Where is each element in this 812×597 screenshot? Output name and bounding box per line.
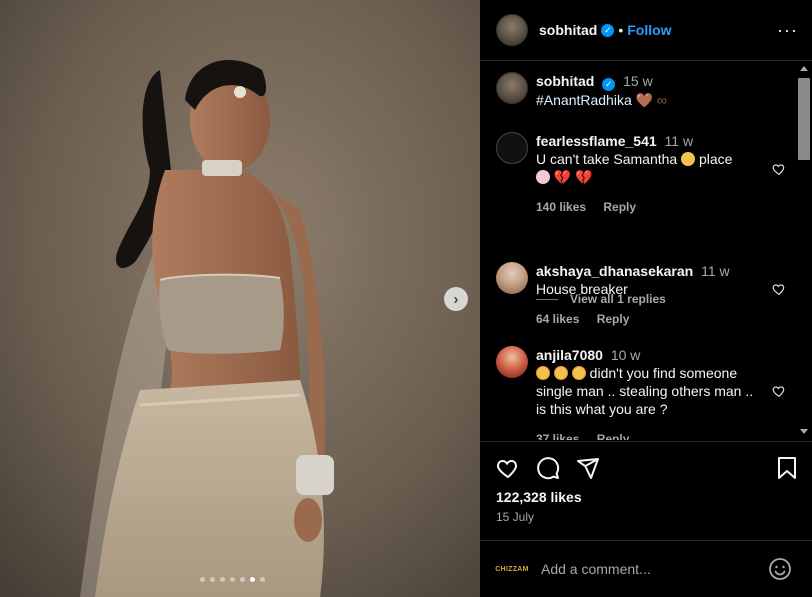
- caption: sobhitad ✓ 15 w #AnantRadhika 🤎 ∞: [496, 72, 786, 109]
- carousel-dot: [200, 577, 205, 582]
- share-paper-plane-icon[interactable]: [576, 456, 600, 480]
- reply-button[interactable]: Reply: [597, 312, 630, 326]
- post-header: sobhitad ✓ • Follow ···: [480, 0, 812, 61]
- reply-button[interactable]: Reply: [597, 432, 630, 440]
- comment-text: didn't you find someone: [589, 365, 738, 381]
- caption-hashtag[interactable]: #AnantRadhika: [536, 92, 632, 108]
- more-options-icon[interactable]: ···: [777, 20, 798, 41]
- pensive-face-emoji-icon: [681, 152, 696, 166]
- commenter-avatar[interactable]: [496, 346, 528, 378]
- verified-badge-icon: ✓: [602, 77, 616, 91]
- post-side-panel: sobhitad ✓ • Follow ··· sobhitad ✓ 15 w …: [480, 0, 812, 597]
- carousel-indicator: [200, 577, 265, 582]
- carousel-dot: [260, 577, 265, 582]
- joy-emoji-icon: [553, 366, 568, 380]
- scrollbar-thumb[interactable]: [798, 78, 810, 160]
- reply-button[interactable]: Reply: [603, 200, 636, 214]
- carousel-dot: [220, 577, 225, 582]
- author-avatar[interactable]: [496, 14, 528, 46]
- commenter-avatar[interactable]: [496, 262, 528, 294]
- comment-username[interactable]: anjila7080: [536, 347, 603, 363]
- broken-heart-emoji: 💔 💔: [553, 169, 593, 185]
- carousel-dot: [230, 577, 235, 582]
- author-username[interactable]: sobhitad: [539, 22, 597, 38]
- add-comment-input[interactable]: [541, 561, 768, 577]
- face-emoji-icon: [536, 170, 550, 184]
- carousel-dot: [210, 577, 215, 582]
- verified-badge-icon: ✓: [601, 23, 615, 37]
- comment-timestamp: 10 w: [610, 347, 641, 363]
- brand-logo: CHIZZAM: [495, 565, 529, 573]
- comment-likes[interactable]: 140 likes: [536, 200, 586, 214]
- like-comment-heart-icon[interactable]: [772, 384, 786, 398]
- portrait-illustration: [0, 0, 480, 597]
- comment-meta: 140 likes Reply: [536, 198, 786, 216]
- caption-timestamp: 15 w: [623, 73, 653, 89]
- caption-emoji: 🤎 ∞: [635, 91, 667, 108]
- comment-timestamp: 11 w: [701, 263, 730, 279]
- comment-meta: 64 likes Reply: [536, 310, 786, 328]
- comment-text-line3: is this what you are ?: [536, 401, 668, 417]
- carousel-dot: [240, 577, 245, 582]
- follow-button[interactable]: Follow: [627, 22, 671, 38]
- comment-username[interactable]: fearlessflame_541: [536, 133, 657, 149]
- comment-item: anjila7080 10 w didn't you find someone …: [496, 346, 786, 440]
- carousel-dot-active: [250, 577, 255, 582]
- joy-emoji-icon: [571, 366, 586, 380]
- comment-text-continued: place: [698, 151, 733, 167]
- post-actions: [496, 456, 796, 480]
- like-comment-heart-icon[interactable]: [772, 282, 786, 296]
- like-comment-heart-icon[interactable]: [772, 162, 786, 176]
- joy-emoji-icon: [536, 366, 550, 380]
- comment-composer: CHIZZAM: [480, 541, 812, 597]
- like-heart-icon[interactable]: [496, 456, 520, 480]
- post-image[interactable]: ›: [0, 0, 480, 597]
- comment-text-line2: single man .. stealing others man ..: [536, 383, 754, 399]
- comments-list[interactable]: sobhitad ✓ 15 w #AnantRadhika 🤎 ∞ fearle…: [480, 62, 796, 440]
- caption-avatar[interactable]: [496, 72, 528, 104]
- next-image-button[interactable]: ›: [444, 287, 468, 311]
- commenter-avatar[interactable]: [496, 132, 528, 164]
- comment-meta: 37 likes Reply: [536, 430, 786, 440]
- comment-item: akshaya_dhanasekaran 11 w House breaker …: [496, 262, 786, 328]
- separator-dot: •: [618, 22, 624, 38]
- scroll-down-arrow-icon[interactable]: [800, 429, 808, 434]
- comment-text: U can't take Samantha: [536, 151, 678, 167]
- comment-likes[interactable]: 64 likes: [536, 312, 579, 326]
- likes-count[interactable]: 122,328 likes: [496, 489, 582, 505]
- comment-username[interactable]: akshaya_dhanasekaran: [536, 263, 693, 279]
- divider: [480, 441, 812, 442]
- comments-scrollbar[interactable]: [796, 62, 812, 440]
- comment-item: fearlessflame_541 11 w U can't take Sama…: [496, 132, 786, 216]
- post-date: 15 July: [496, 510, 535, 524]
- comment-text: House breaker: [536, 281, 628, 297]
- save-bookmark-icon[interactable]: [776, 456, 798, 480]
- comment-timestamp: 11 w: [664, 133, 694, 149]
- caption-username[interactable]: sobhitad: [536, 73, 594, 89]
- chevron-right-icon: ›: [453, 290, 459, 308]
- emoji-smiley-icon[interactable]: [768, 557, 792, 581]
- comment-bubble-icon[interactable]: [536, 456, 560, 480]
- scroll-up-arrow-icon[interactable]: [800, 66, 808, 71]
- comment-likes[interactable]: 37 likes: [536, 432, 579, 440]
